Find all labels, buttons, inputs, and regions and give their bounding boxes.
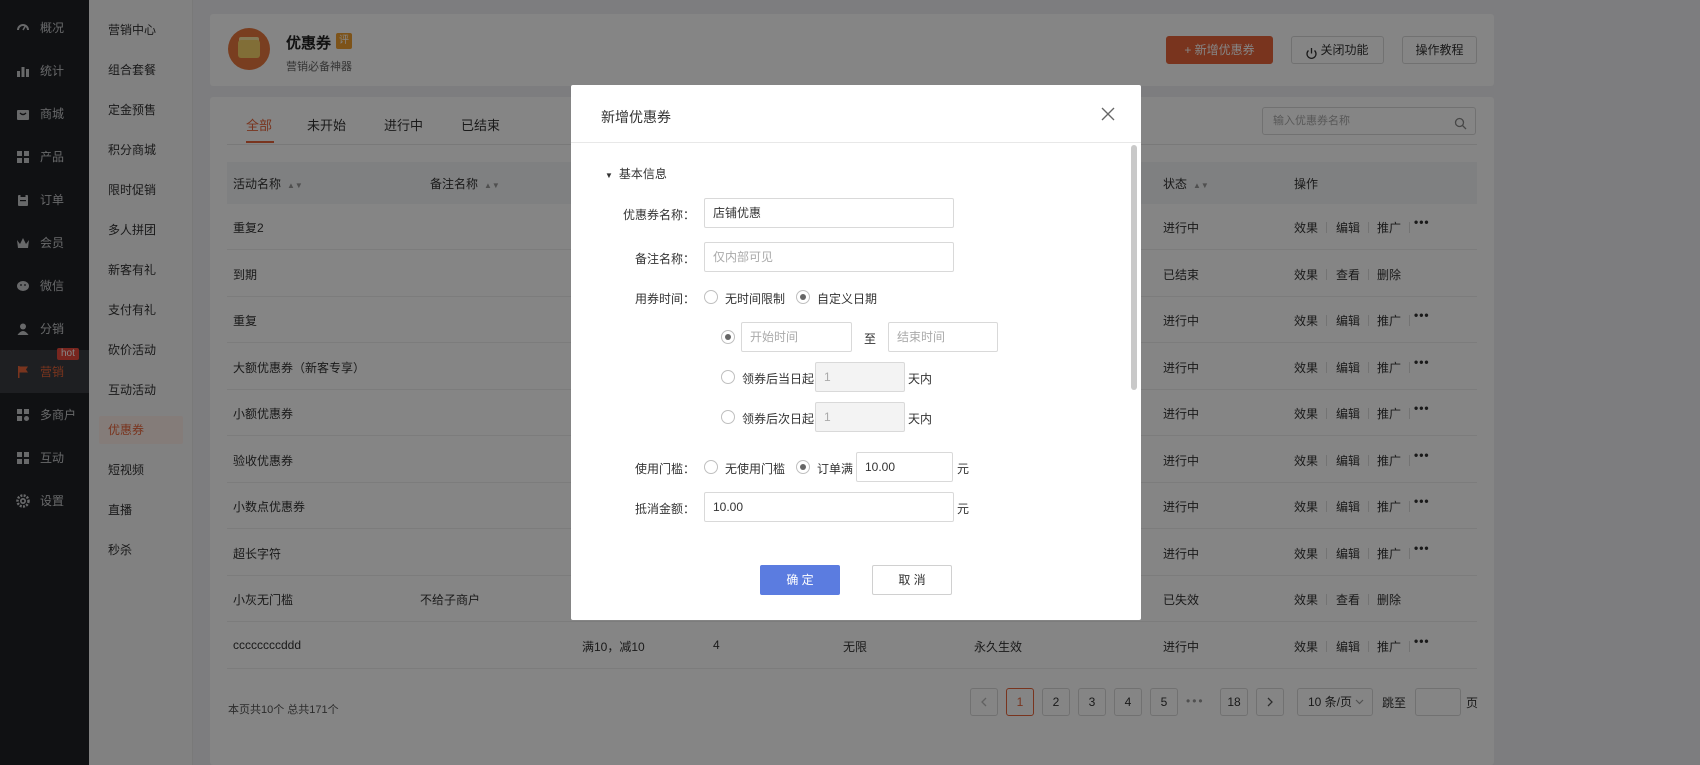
days-unit-label: 天内 [908, 412, 933, 426]
radio-no-time-limit[interactable] [704, 290, 718, 304]
discount-amount-label: 抵消金额： [634, 502, 695, 516]
section-basic-info[interactable]: ▼ 基本信息 [605, 165, 667, 182]
radio-order-minimum[interactable] [796, 460, 810, 474]
radio-no-threshold[interactable] [704, 460, 718, 474]
next-day-label: 领券后次日起 [742, 412, 815, 426]
dialog-title: 新增优惠券 [601, 109, 671, 125]
custom-date-label: 自定义日期 [817, 292, 878, 306]
cancel-button[interactable]: 取 消 [872, 565, 952, 595]
dialog-scrollbar[interactable] [1131, 145, 1137, 390]
to-label: 至 [864, 332, 877, 346]
add-coupon-dialog: 新增优惠券 ▼ 基本信息 优惠券名称： 店铺优惠 备注名称： 仅内部可见 用券时间… [571, 85, 1141, 620]
same-day-days-input[interactable]: 1 [815, 362, 905, 392]
no-threshold-label: 无使用门槛 [725, 462, 786, 476]
order-minimum-input[interactable]: 10.00 [856, 452, 953, 482]
end-time-input[interactable]: 结束时间 [888, 322, 998, 352]
no-time-limit-label: 无时间限制 [725, 292, 786, 306]
same-day-label: 领券后当日起 [742, 372, 815, 386]
next-day-days-input[interactable]: 1 [815, 402, 905, 432]
remark-label: 备注名称： [634, 252, 695, 266]
radio-same-day[interactable] [721, 370, 735, 384]
days-unit-label: 天内 [908, 372, 933, 386]
radio-date-range[interactable] [721, 330, 735, 344]
coupon-name-label: 优惠券名称： [622, 208, 695, 222]
radio-custom-date[interactable] [796, 290, 810, 304]
confirm-button[interactable]: 确 定 [760, 565, 840, 595]
caret-down-icon: ▼ [605, 171, 613, 180]
order-minimum-label: 订单满 [817, 462, 854, 476]
dialog-divider [571, 142, 1141, 143]
coupon-name-input[interactable]: 店铺优惠 [704, 198, 954, 228]
use-time-label: 用券时间： [634, 292, 695, 306]
close-icon[interactable] [1098, 104, 1118, 124]
yuan-unit: 元 [957, 462, 970, 476]
yuan-unit: 元 [957, 502, 970, 516]
remark-input[interactable]: 仅内部可见 [704, 242, 954, 272]
start-time-input[interactable]: 开始时间 [741, 322, 852, 352]
threshold-label: 使用门槛： [634, 462, 695, 476]
discount-amount-input[interactable]: 10.00 [704, 492, 954, 522]
radio-next-day[interactable] [721, 410, 735, 424]
